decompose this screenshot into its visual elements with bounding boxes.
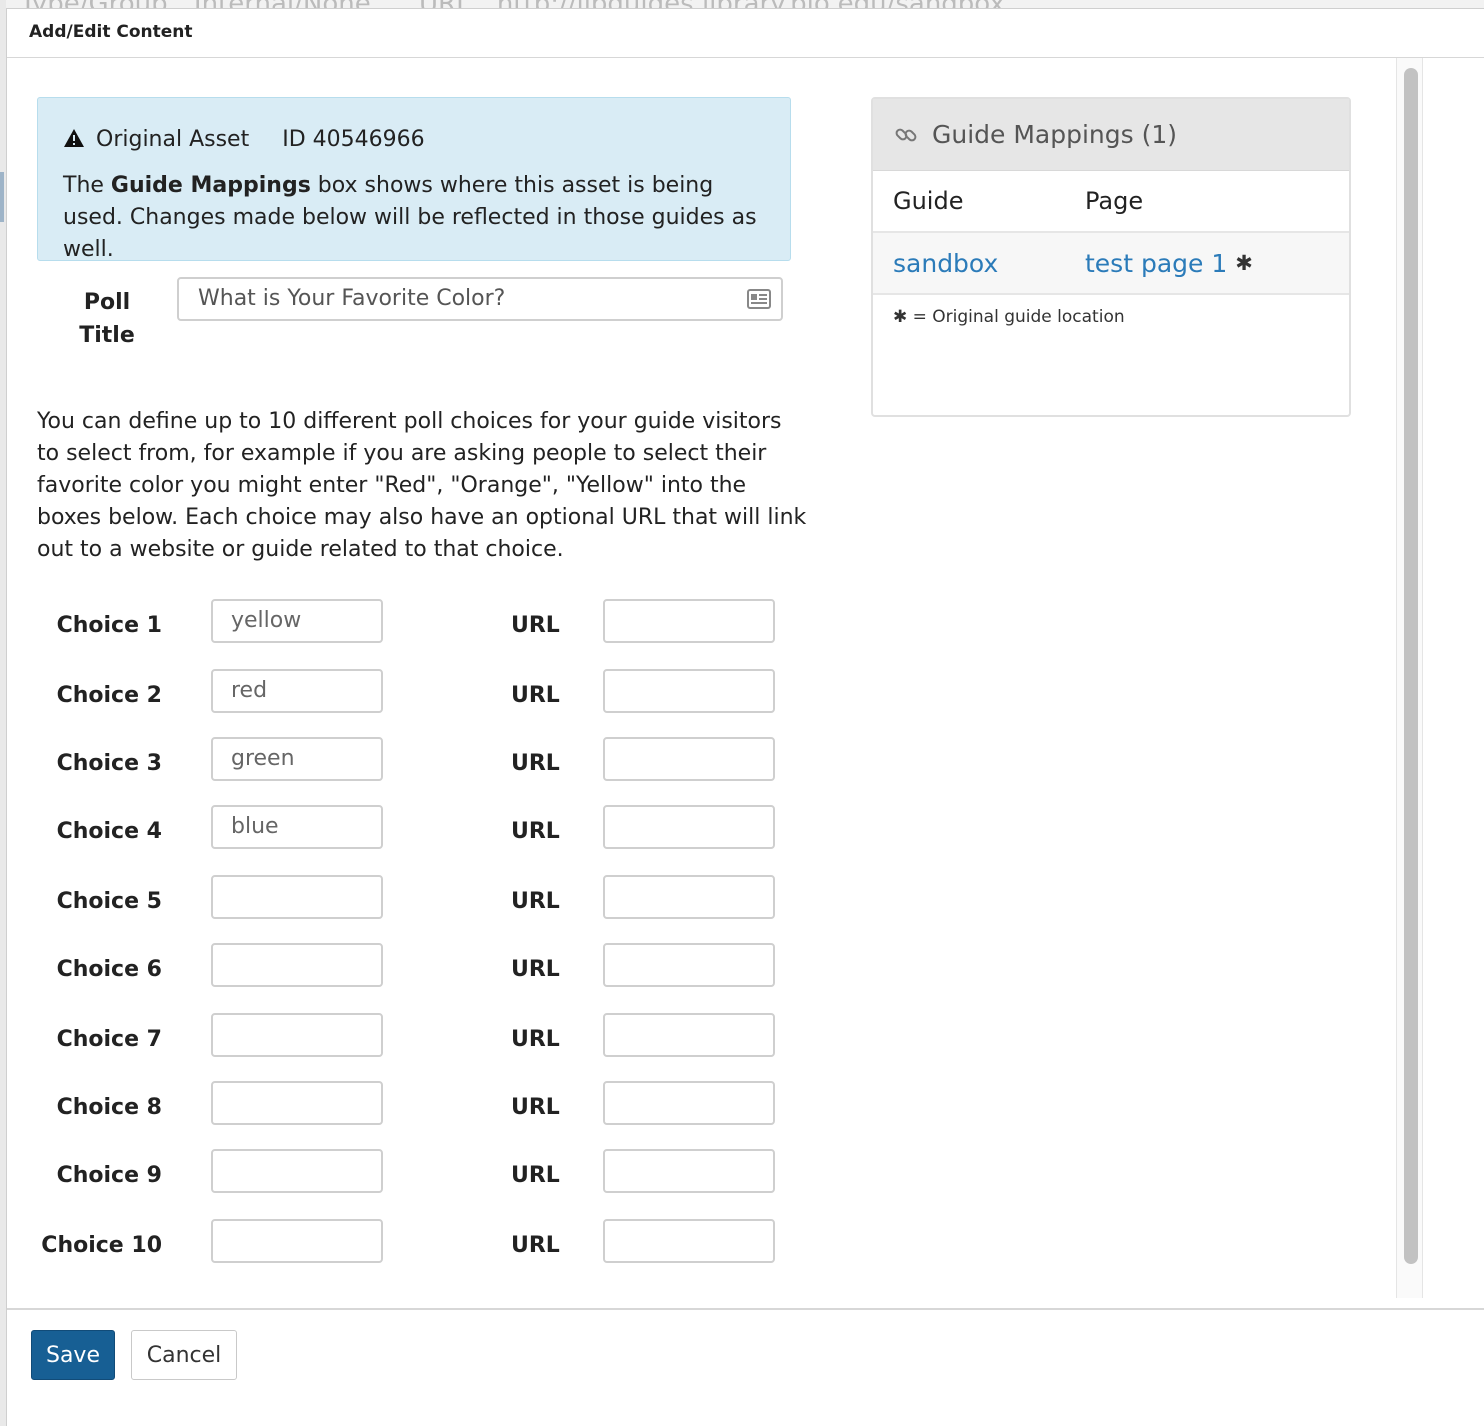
choice-2-input[interactable]: red bbox=[211, 669, 383, 713]
warning-icon bbox=[64, 129, 84, 147]
choice-9-label: Choice 9 bbox=[56, 1163, 162, 1188]
choice-8-input[interactable] bbox=[211, 1081, 383, 1125]
save-button[interactable]: Save bbox=[31, 1330, 115, 1380]
choice-1-url-label: URL bbox=[511, 613, 560, 638]
page-link-test-page-1[interactable]: test page 1 bbox=[1085, 249, 1227, 278]
scrollbar-thumb[interactable] bbox=[1404, 68, 1418, 1264]
poll-help-text: You can define up to 10 different poll c… bbox=[37, 409, 807, 562]
column-header-page: Page bbox=[1085, 187, 1144, 215]
choice-2-url-input[interactable] bbox=[603, 669, 775, 713]
choice-8-url-input[interactable] bbox=[603, 1081, 775, 1125]
modal-title: Add/Edit Content bbox=[29, 22, 193, 42]
original-asset-alert: Original Asset ID 40546966 The Guide Map… bbox=[37, 97, 791, 262]
choice-5-url-label: URL bbox=[511, 889, 560, 914]
choice-10-url-label: URL bbox=[511, 1233, 560, 1258]
original-location-asterisk-icon: ✱ bbox=[1235, 251, 1253, 275]
choice-8-label: Choice 8 bbox=[56, 1095, 162, 1120]
choice-4-url-label: URL bbox=[511, 819, 560, 844]
bg-url-value: http://libguides.library.pio.edu/sandbox bbox=[497, 0, 1005, 8]
choice-7-url-label: URL bbox=[511, 1027, 560, 1052]
choice-7-url-input[interactable] bbox=[603, 1013, 775, 1057]
modal-body: Original Asset ID 40546966 The Guide Map… bbox=[7, 58, 1423, 1308]
modal-scrollbar[interactable] bbox=[1396, 58, 1423, 1298]
choice-10-url-input[interactable] bbox=[603, 1219, 775, 1263]
choice-9-url-label: URL bbox=[511, 1163, 560, 1188]
choice-2-url-label: URL bbox=[511, 683, 560, 708]
guide-mappings-title: Guide Mappings (1) bbox=[932, 120, 1178, 149]
choice-10-label: Choice 10 bbox=[41, 1233, 162, 1258]
choice-1-input[interactable]: yellow bbox=[211, 599, 383, 643]
column-header-guide: Guide bbox=[893, 187, 964, 215]
background-page-strip: Type/Group Internal/None URL http://libg… bbox=[0, 0, 1484, 8]
guide-mappings-panel: Guide Mappings (1) Guide Page sandbox te… bbox=[871, 97, 1351, 417]
add-edit-content-modal: Add/Edit Content Original Asset ID 40546… bbox=[6, 8, 1484, 1427]
asset-id: ID 40546966 bbox=[282, 127, 425, 152]
table-row: sandbox test page 1 ✱ bbox=[873, 233, 1349, 295]
choice-6-label: Choice 6 bbox=[56, 957, 162, 982]
choice-9-url-input[interactable] bbox=[603, 1149, 775, 1193]
modal-footer: Save Cancel bbox=[7, 1308, 1484, 1427]
bg-type-group-value: Internal/None bbox=[194, 0, 371, 8]
poll-title-value: What is Your Favorite Color? bbox=[198, 286, 506, 311]
choice-1-label: Choice 1 bbox=[56, 613, 162, 638]
poll-title-label: Poll Title bbox=[79, 290, 135, 348]
choice-2-label: Choice 2 bbox=[56, 683, 162, 708]
choice-3-url-label: URL bbox=[511, 751, 560, 776]
choice-4-url-input[interactable] bbox=[603, 805, 775, 849]
choice-5-label: Choice 5 bbox=[56, 889, 162, 914]
choice-8-url-label: URL bbox=[511, 1095, 560, 1120]
choice-5-url-input[interactable] bbox=[603, 875, 775, 919]
guide-mappings-header: Guide Mappings (1) bbox=[873, 99, 1349, 171]
choice-6-input[interactable] bbox=[211, 943, 383, 987]
link-icon bbox=[895, 128, 917, 141]
choice-1-url-input[interactable] bbox=[603, 599, 775, 643]
original-asset-label: Original Asset bbox=[96, 127, 250, 152]
alert-message: The Guide Mappings box shows where this … bbox=[63, 173, 757, 262]
bg-type-group-label: Type/Group bbox=[20, 0, 168, 8]
choice-3-input[interactable]: green bbox=[211, 737, 383, 781]
choice-7-label: Choice 7 bbox=[56, 1027, 162, 1052]
choice-4-label: Choice 4 bbox=[56, 819, 162, 844]
choice-5-input[interactable] bbox=[211, 875, 383, 919]
choice-9-input[interactable] bbox=[211, 1149, 383, 1193]
cancel-button[interactable]: Cancel bbox=[131, 1330, 237, 1380]
id-card-icon bbox=[747, 289, 771, 309]
choice-6-url-input[interactable] bbox=[603, 943, 775, 987]
alert-guide-mappings-strong: Guide Mappings bbox=[110, 173, 311, 198]
guide-mappings-header-row: Guide Page bbox=[873, 171, 1349, 233]
choice-6-url-label: URL bbox=[511, 957, 560, 982]
original-location-note: ✱ = Original guide location bbox=[893, 307, 1125, 327]
modal-header: Add/Edit Content bbox=[7, 9, 1484, 58]
choice-10-input[interactable] bbox=[211, 1219, 383, 1263]
choice-7-input[interactable] bbox=[211, 1013, 383, 1057]
bg-url-label: URL bbox=[419, 0, 471, 8]
choice-4-input[interactable]: blue bbox=[211, 805, 383, 849]
poll-title-input[interactable]: What is Your Favorite Color? bbox=[177, 277, 783, 321]
guide-link-sandbox[interactable]: sandbox bbox=[893, 249, 1085, 278]
choice-3-url-input[interactable] bbox=[603, 737, 775, 781]
choice-3-label: Choice 3 bbox=[56, 751, 162, 776]
